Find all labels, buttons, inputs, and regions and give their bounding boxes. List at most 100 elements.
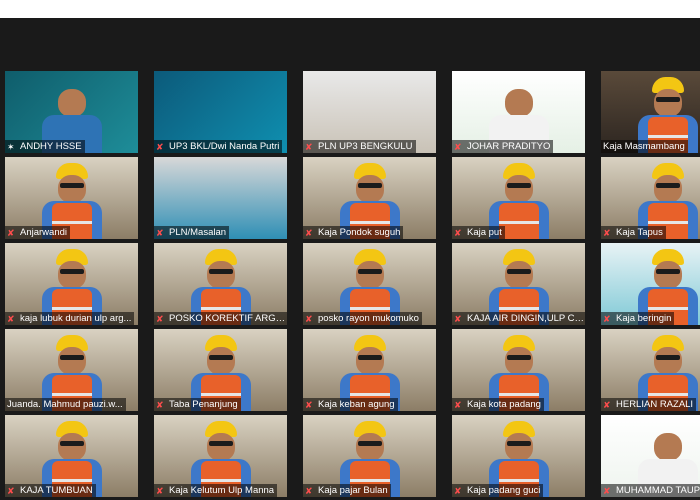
mic-off-icon: ✘ bbox=[603, 485, 611, 496]
participant-tile[interactable]: ✘ PLN/Masalan bbox=[154, 157, 287, 239]
mic-off-icon: ✘ bbox=[156, 399, 164, 410]
participant-name: ANDHY HSSE bbox=[20, 141, 82, 152]
participant-name: PLN UP3 BENGKULU bbox=[318, 141, 413, 152]
participant-name: UP3 BKL/Dwi Nanda Putri bbox=[169, 141, 280, 152]
participant-name-label: ✘ MUHAMMAD TAUPIK bbox=[601, 484, 700, 497]
participant-name: Kaja beringin bbox=[616, 313, 672, 324]
mic-off-icon: ✘ bbox=[454, 141, 462, 152]
participant-tile[interactable]: ✶ ANDHY HSSE bbox=[5, 71, 138, 153]
mic-off-icon: ✘ bbox=[305, 141, 313, 152]
participant-name-label: Kaja Masmambang bbox=[601, 140, 688, 153]
participant-tile[interactable]: ✘ Kaja Kelutum Ulp Manna bbox=[154, 415, 287, 497]
participant-name-label: ✘ Kaja keban agung bbox=[303, 398, 398, 411]
participant-tile[interactable]: Juanda. Mahmud pauzi.w... bbox=[5, 329, 138, 411]
participant-name: kaja lubuk durian ulp arg... bbox=[20, 313, 132, 324]
mic-off-icon: ✘ bbox=[305, 399, 313, 410]
mic-off-icon: ✘ bbox=[454, 485, 462, 496]
participant-tile[interactable]: Kaja Masmambang bbox=[601, 71, 700, 153]
participant-name-label: ✘ HERLIAN RAZALI bbox=[601, 398, 697, 411]
pin-icon: ✶ bbox=[7, 141, 15, 152]
participant-tile[interactable]: ✘ HERLIAN RAZALI bbox=[601, 329, 700, 411]
participant-name: posko rayon mukomuko bbox=[318, 313, 419, 324]
mic-off-icon: ✘ bbox=[305, 227, 313, 238]
participant-name: PLN/Masalan bbox=[169, 227, 227, 238]
participant-tile[interactable]: ✘ Taba Penanjung bbox=[154, 329, 287, 411]
mic-off-icon: ✘ bbox=[156, 227, 164, 238]
mic-off-icon: ✘ bbox=[7, 313, 15, 324]
participant-tile[interactable]: ✘ Kaja keban agung bbox=[303, 329, 436, 411]
participant-name-label: ✘ Kaja Pondok suguh bbox=[303, 226, 404, 239]
participant-name: Kaja pajar Bulan bbox=[318, 485, 388, 496]
participant-name-label: ✘ Kaja padang guci bbox=[452, 484, 544, 497]
participant-name-label: ✘ KAJA AIR DINGIN,ULP CU... bbox=[452, 312, 585, 325]
participant-name-label: ✘ Kaja Tapus bbox=[601, 226, 666, 239]
participant-name-label: ✘ UP3 BKL/Dwi Nanda Putri bbox=[154, 140, 283, 153]
participant-tile[interactable]: ✘ Kaja padang guci bbox=[452, 415, 585, 497]
participant-name-label: ✘ Kaja beringin bbox=[601, 312, 675, 325]
participant-name: Kaja Tapus bbox=[616, 227, 663, 238]
mic-off-icon: ✘ bbox=[603, 399, 611, 410]
participant-tile[interactable]: ✘ Kaja beringin bbox=[601, 243, 700, 325]
participant-name: Kaja kota padang bbox=[467, 399, 541, 410]
participant-tile[interactable]: ✘ kaja lubuk durian ulp arg... bbox=[5, 243, 138, 325]
mic-off-icon: ✘ bbox=[156, 313, 164, 324]
participant-name-label: ✘ posko rayon mukomuko bbox=[303, 312, 422, 325]
participant-name: Kaja Pondok suguh bbox=[318, 227, 401, 238]
participant-name: KAJA AIR DINGIN,ULP CU... bbox=[467, 313, 585, 324]
participant-name-label: ✘ PLN/Masalan bbox=[154, 226, 230, 239]
participant-name-label: ✘ Taba Penanjung bbox=[154, 398, 241, 411]
mic-off-icon: ✘ bbox=[454, 313, 462, 324]
participant-tile[interactable]: ✘ Kaja put bbox=[452, 157, 585, 239]
mic-off-icon: ✘ bbox=[156, 485, 164, 496]
participant-name-label: Juanda. Mahmud pauzi.w... bbox=[5, 398, 126, 411]
participant-tile[interactable]: ✘ MUHAMMAD TAUPIK bbox=[601, 415, 700, 497]
participant-name: JOHAR PRADITYO bbox=[467, 141, 551, 152]
participant-name-label: ✘ Kaja put bbox=[452, 226, 505, 239]
participant-tile[interactable]: ✘ POSKO KOREKTIF ARGAM... bbox=[154, 243, 287, 325]
participant-name-label: ✘ Anjarwandi bbox=[5, 226, 70, 239]
participant-tile[interactable]: ✘ Kaja Tapus bbox=[601, 157, 700, 239]
mic-off-icon: ✘ bbox=[454, 399, 462, 410]
participant-name-label: ✘ JOHAR PRADITYO bbox=[452, 140, 554, 153]
participant-name-label: ✘ KAJA TUMBUAN bbox=[5, 484, 96, 497]
mic-off-icon: ✘ bbox=[7, 227, 15, 238]
participant-name: Kaja keban agung bbox=[318, 399, 395, 410]
participant-name-label: ✘ POSKO KOREKTIF ARGAM... bbox=[154, 312, 287, 325]
participant-tile[interactable]: ✘ posko rayon mukomuko bbox=[303, 243, 436, 325]
participant-name: Kaja Masmambang bbox=[603, 141, 685, 152]
participant-name: Taba Penanjung bbox=[169, 399, 238, 410]
participant-name: POSKO KOREKTIF ARGAM... bbox=[169, 313, 287, 324]
participant-name-label: ✘ PLN UP3 BENGKULU bbox=[303, 140, 416, 153]
mic-off-icon: ✘ bbox=[603, 227, 611, 238]
participant-tile[interactable]: ✘ JOHAR PRADITYO bbox=[452, 71, 585, 153]
participant-name-label: ✘ Kaja pajar Bulan bbox=[303, 484, 391, 497]
participant-tile[interactable]: ✘ PLN UP3 BENGKULU bbox=[303, 71, 436, 153]
participant-tile[interactable]: ✘ KAJA AIR DINGIN,ULP CU... bbox=[452, 243, 585, 325]
mic-off-icon: ✘ bbox=[305, 485, 313, 496]
participant-name-label: ✘ Kaja kota padang bbox=[452, 398, 544, 411]
participant-name: Juanda. Mahmud pauzi.w... bbox=[7, 399, 123, 410]
video-stage: ✶ ANDHY HSSE ✘ UP3 BKL/Dwi Nanda Putri ✘ PLN … bbox=[0, 18, 700, 500]
mic-off-icon: ✘ bbox=[7, 485, 15, 496]
mic-off-icon: ✘ bbox=[156, 141, 164, 152]
participant-name: Kaja padang guci bbox=[467, 485, 541, 496]
participant-name-label: ✘ Kaja Kelutum Ulp Manna bbox=[154, 484, 278, 497]
participant-name-label: ✶ ANDHY HSSE bbox=[5, 140, 85, 153]
participant-grid: ✶ ANDHY HSSE ✘ UP3 BKL/Dwi Nanda Putri ✘ PLN … bbox=[5, 71, 700, 497]
mic-off-icon: ✘ bbox=[603, 313, 611, 324]
participant-name: MUHAMMAD TAUPIK bbox=[616, 485, 700, 496]
participant-tile[interactable]: ✘ Kaja pajar Bulan bbox=[303, 415, 436, 497]
participant-name-label: ✘ kaja lubuk durian ulp arg... bbox=[5, 312, 135, 325]
participant-tile[interactable]: ✘ Kaja Pondok suguh bbox=[303, 157, 436, 239]
participant-name: Anjarwandi bbox=[20, 227, 67, 238]
participant-tile[interactable]: ✘ Anjarwandi bbox=[5, 157, 138, 239]
participant-name: HERLIAN RAZALI bbox=[616, 399, 694, 410]
participant-tile[interactable]: ✘ Kaja kota padang bbox=[452, 329, 585, 411]
participant-name: KAJA TUMBUAN bbox=[20, 485, 93, 496]
participant-tile[interactable]: ✘ UP3 BKL/Dwi Nanda Putri bbox=[154, 71, 287, 153]
participant-name: Kaja Kelutum Ulp Manna bbox=[169, 485, 275, 496]
participant-tile[interactable]: ✘ KAJA TUMBUAN bbox=[5, 415, 138, 497]
mic-off-icon: ✘ bbox=[454, 227, 462, 238]
mic-off-icon: ✘ bbox=[305, 313, 313, 324]
participant-name: Kaja put bbox=[467, 227, 502, 238]
